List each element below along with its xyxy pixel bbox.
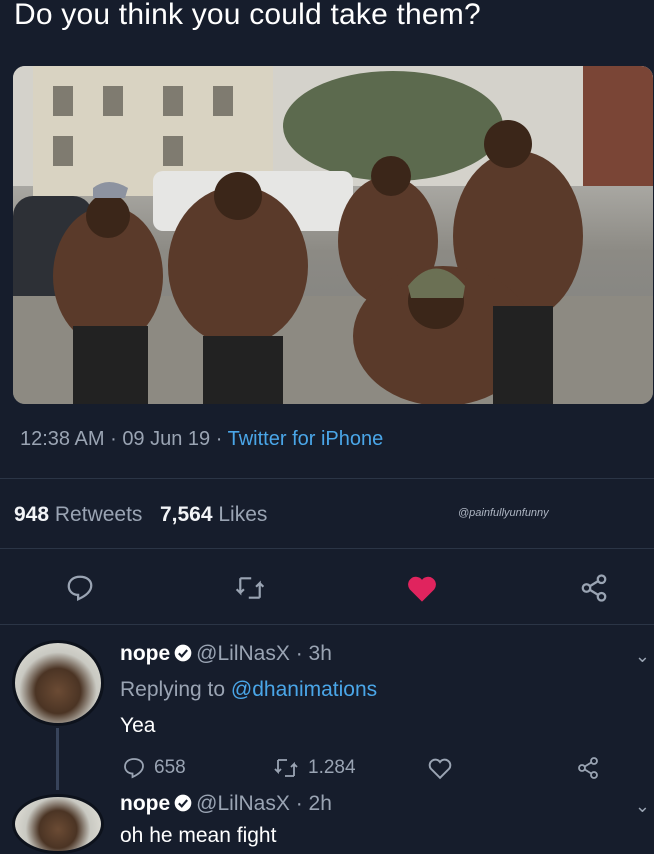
verified-icon (174, 794, 192, 812)
reply-retweet-button[interactable]: 1.284 (272, 756, 356, 780)
tweet-photo[interactable] (13, 66, 653, 404)
separator: · (295, 792, 303, 815)
replying-to: Replying to @dhanimations (120, 678, 377, 702)
reply-icon (124, 758, 144, 779)
tweet-meta: 12:38 AM · 09 Jun 19 · Twitter for iPhon… (20, 428, 383, 451)
share-icon (581, 574, 607, 602)
reply-author-handle[interactable]: @LilNasX (196, 792, 290, 815)
reply-text: oh he mean fight (120, 824, 277, 847)
reply-text: Yea (120, 714, 156, 737)
retweet-icon (235, 577, 265, 599)
reply-reply-button[interactable]: 658 (122, 756, 186, 780)
reply-like-button[interactable] (426, 756, 454, 780)
reply-button[interactable] (60, 568, 100, 608)
tweet-source-link[interactable]: Twitter for iPhone (228, 428, 384, 450)
reply-author-name[interactable]: nope (120, 792, 170, 815)
reply-author-handle[interactable]: @LilNasX (196, 642, 290, 665)
tweet-time: 12:38 AM (20, 428, 105, 450)
likes-label[interactable]: Likes (218, 503, 267, 526)
divider (0, 478, 654, 479)
heart-icon (408, 576, 436, 602)
likes-count[interactable]: 7,564 (160, 503, 213, 526)
divider (0, 624, 654, 625)
retweet-button[interactable] (230, 568, 270, 608)
divider (0, 548, 654, 549)
avatar[interactable] (12, 640, 104, 726)
retweet-count: 1.284 (308, 757, 356, 778)
separator: · (110, 428, 117, 450)
photo-illustration (13, 66, 653, 404)
reply-age: 2h (308, 792, 332, 815)
reply-icon (67, 575, 93, 601)
tweet-stats: 948 Retweets 7,564 Likes (14, 503, 267, 527)
verified-icon (174, 644, 192, 662)
tweet-date: 09 Jun 19 (122, 428, 211, 450)
chevron-down-icon[interactable]: ⌄ (635, 796, 650, 817)
separator: · (295, 642, 303, 665)
share-icon (578, 757, 598, 779)
separator: · (215, 428, 223, 450)
retweets-count[interactable]: 948 (14, 503, 49, 526)
reply-share-button[interactable] (576, 756, 600, 780)
watermark: @painfullyunfunny (458, 507, 549, 519)
reply-header: nope @LilNasX · 2h (120, 792, 332, 816)
reply-age: 3h (308, 642, 332, 665)
like-button[interactable] (402, 568, 442, 608)
replying-to-link[interactable]: @dhanimations (231, 678, 377, 701)
retweets-label[interactable]: Retweets (55, 503, 143, 526)
heart-icon (428, 758, 452, 780)
replying-prefix: Replying to (120, 678, 226, 701)
caption-text: Do you think you could take them? (14, 0, 481, 31)
chevron-down-icon[interactable]: ⌄ (635, 646, 650, 667)
reply-author-name[interactable]: nope (120, 642, 170, 665)
share-button[interactable] (574, 568, 614, 608)
avatar[interactable] (12, 794, 104, 854)
reply-count: 658 (154, 757, 186, 778)
thread-line (56, 728, 59, 790)
reply-header: nope @LilNasX · 3h (120, 642, 332, 666)
retweet-icon (274, 759, 298, 777)
